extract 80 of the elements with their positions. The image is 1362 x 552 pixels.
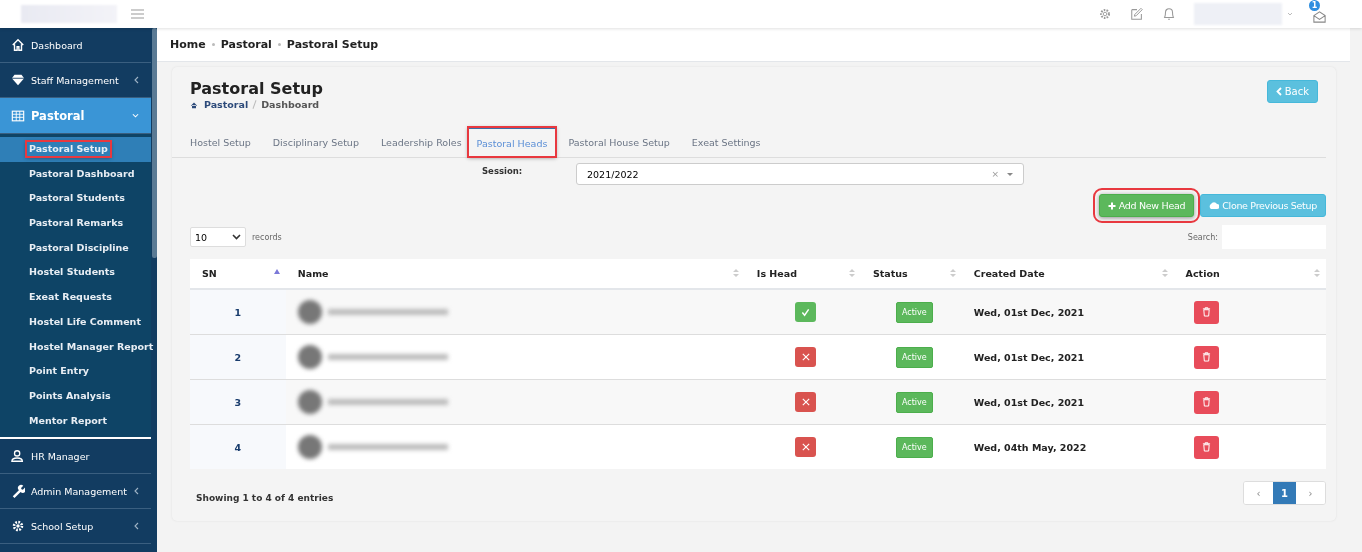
scrollbar[interactable] — [152, 28, 157, 258]
sidebar-subitem[interactable]: Point Entry — [0, 359, 151, 384]
users-icon — [11, 449, 25, 464]
home-icon — [190, 100, 198, 109]
table-cell: Wed, 01st Dec, 2021 — [973, 351, 1085, 363]
page-title: Pastoral Setup — [190, 79, 323, 98]
breadcrumb-link[interactable]: Home — [170, 38, 206, 51]
sidebar-item[interactable]: Admin Management — [0, 474, 151, 510]
page-length-select[interactable]: 10 — [190, 227, 246, 247]
sidebar-subitem[interactable]: Pastoral Discipline — [0, 235, 151, 261]
tab[interactable]: Leadership Roles — [380, 127, 468, 157]
cloud-icon — [1209, 201, 1220, 210]
delete-button[interactable] — [1193, 390, 1219, 414]
table-cell: Wed, 04th May, 2022 — [973, 441, 1087, 453]
notification-badge: 1 — [1309, 0, 1320, 11]
sidebar-subitem[interactable]: Mentor Report — [0, 408, 151, 434]
sidebar-item[interactable]: Dashboard — [0, 28, 151, 63]
table-cell: 4 — [190, 424, 286, 469]
table-cell: 1 — [190, 289, 286, 335]
chevron-left-icon — [134, 75, 139, 84]
tab[interactable]: Hostel Setup — [190, 127, 273, 157]
sidebar-item[interactable]: School Setup — [0, 509, 151, 545]
search-label: Search: — [1187, 232, 1218, 242]
table-cell: Wed, 01st Dec, 2021 — [973, 396, 1085, 408]
field-label: Session: — [482, 166, 524, 176]
length-label: records — [252, 232, 282, 242]
chevron-left-icon — [134, 521, 139, 530]
gear-icon — [11, 519, 25, 534]
delete-button[interactable] — [1193, 345, 1219, 369]
wrench-icon — [11, 484, 25, 499]
delete-button[interactable] — [1193, 435, 1219, 459]
sidebar-subitem[interactable]: Hostel Students — [0, 260, 151, 286]
sidebar-subitem[interactable]: Pastoral Remarks — [0, 211, 151, 236]
column-header[interactable]: SN — [202, 268, 217, 279]
tab[interactable]: Pastoral House Setup — [568, 127, 692, 157]
chevron-down-icon — [232, 234, 241, 240]
trash-icon — [1201, 307, 1211, 317]
edit-icon — [1130, 7, 1144, 21]
sidebar-item[interactable]: HR Manager — [0, 439, 151, 475]
table-cell: 3 — [190, 379, 286, 425]
entries-info: Showing 1 to 4 of 4 entries — [196, 493, 334, 503]
diamond-icon — [11, 73, 25, 87]
delete-button[interactable] — [1193, 300, 1219, 324]
sidebar-subitem[interactable]: Exeat Requests — [0, 285, 151, 310]
envelope-icon — [1312, 9, 1327, 24]
home-icon — [11, 38, 25, 52]
tab[interactable]: Exeat Settings — [691, 127, 783, 157]
status-badge: Active — [895, 436, 933, 458]
trash-icon — [1201, 352, 1211, 362]
plus-icon — [1107, 201, 1116, 210]
bell-icon — [1162, 7, 1176, 21]
settings-icon — [1098, 7, 1112, 21]
table-cell: Wed, 01st Dec, 2021 — [973, 306, 1085, 318]
column-header[interactable]: Status — [872, 268, 908, 279]
chevron-left-icon — [1275, 87, 1282, 96]
status-badge: Active — [895, 301, 933, 323]
sidebar-subitem[interactable]: Pastoral Students — [0, 186, 151, 212]
sidebar-subitem[interactable]: Pastoral Dashboard — [0, 161, 151, 187]
breadcrumb-link[interactable]: Pastoral — [220, 38, 272, 51]
column-header[interactable]: Action — [1185, 268, 1220, 279]
session-select[interactable]: 2021/2022 × — [576, 163, 1024, 185]
chevron-down-icon — [1286, 10, 1294, 18]
sidebar-subitem[interactable]: Hostel Manager Report — [0, 334, 151, 360]
table-cell: 2 — [190, 334, 286, 380]
sidebar-subitem[interactable]: Pastoral Setup — [0, 137, 151, 162]
column-header[interactable]: Is Head — [756, 268, 797, 279]
trash-icon — [1201, 397, 1211, 407]
sidebar-subitem[interactable]: Points Analysis — [0, 383, 151, 409]
status-badge: Active — [895, 346, 933, 368]
trash-icon — [1201, 442, 1211, 452]
breadcrumb-link[interactable]: Pastoral — [204, 99, 249, 110]
tab[interactable]: Disciplinary Setup — [272, 127, 381, 157]
page-button[interactable]: 1 — [1273, 482, 1296, 504]
column-header[interactable]: Name — [297, 268, 329, 279]
table-icon — [11, 108, 25, 123]
sidebar-subitem[interactable]: Hostel Life Comment — [0, 309, 151, 335]
chevron-down-icon — [132, 113, 139, 119]
status-badge: Active — [895, 391, 933, 413]
column-header[interactable]: Created Date — [973, 268, 1045, 279]
chevron-left-icon — [134, 486, 139, 495]
